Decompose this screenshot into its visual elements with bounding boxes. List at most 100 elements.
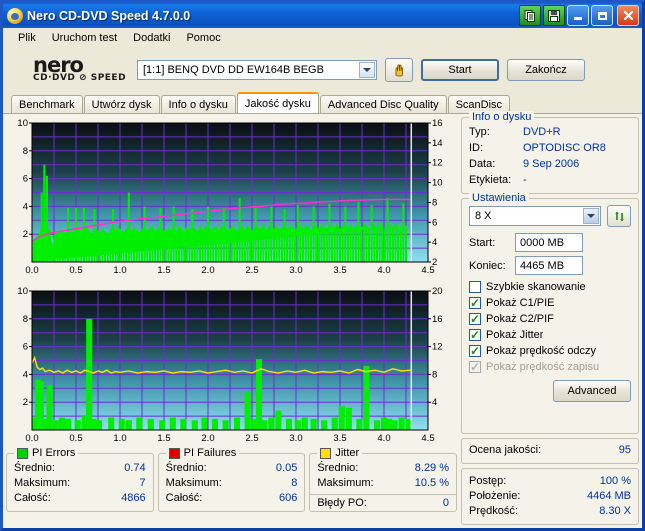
pi-failures-max-value: 8 (291, 477, 298, 489)
nero-logo: nero CD·DVD ⊘ SPEED (11, 54, 129, 84)
close-button[interactable] (617, 5, 639, 26)
menu-item-plik[interactable]: Plik (11, 31, 43, 45)
svg-text:2.0: 2.0 (201, 433, 214, 444)
menu-item-pomoc[interactable]: Pomoc (179, 31, 227, 45)
svg-text:2.0: 2.0 (201, 265, 214, 276)
copy-icon[interactable] (519, 5, 541, 26)
checkbox-quick-scan-box[interactable] (469, 281, 481, 293)
tab-info-o-dysku[interactable]: Info o dysku (160, 95, 236, 113)
svg-text:6: 6 (23, 174, 28, 185)
svg-text:4.0: 4.0 (377, 433, 390, 444)
disc-label-label: Etykieta: (469, 174, 512, 186)
start-button[interactable]: Start (421, 59, 499, 81)
chevron-down-icon[interactable] (359, 62, 375, 78)
start-mb-label: Start: (469, 236, 496, 249)
tab-utworz-dysk[interactable]: Utwórz dysk (83, 95, 160, 113)
pi-failures-average-value: 0.05 (275, 462, 298, 474)
tab-advanced-disc-quality[interactable]: Advanced Disc Quality (319, 95, 447, 113)
svg-text:0.5: 0.5 (69, 433, 82, 444)
pi-errors-max-value: 7 (139, 477, 146, 489)
checkbox-show-write-speed: ✓ Pokaż prędkość zapisu (469, 359, 631, 375)
toolbar: nero CD·DVD ⊘ SPEED [1:1] BENQ DVD DD EW… (3, 48, 642, 92)
pi-failures-total-value: 606 (278, 492, 298, 504)
checkbox-show-c1-pie[interactable]: ✓ Pokaż C1/PIE (469, 295, 631, 311)
disc-info-group: Info o dysku Typ: DVD+R ID: OPTODISC OR8… (461, 111, 639, 194)
pi-failures-total-label: Całość: (165, 492, 203, 504)
pi-errors-max-label: Maksimum: (14, 477, 71, 489)
save-icon[interactable] (543, 5, 565, 26)
po-errors-label: Błędy PO: (317, 497, 367, 509)
svg-text:6: 6 (23, 342, 28, 353)
svg-text:8: 8 (23, 146, 28, 157)
jitter-stats-caption: Jitter (317, 447, 363, 459)
start-mb-field[interactable]: 0000 MB (515, 233, 583, 252)
quit-button[interactable]: Zakończ (507, 59, 585, 81)
pi-errors-max-row: Maksimum: 7 (14, 476, 146, 491)
speed-select[interactable]: 8 X (469, 206, 601, 226)
quality-score-group: Ocena jakości: 95 (461, 438, 639, 464)
svg-text:3.0: 3.0 (289, 433, 302, 444)
quality-score-label: Ocena jakości: (469, 444, 542, 456)
end-mb-label: Koniec: (469, 259, 506, 272)
svg-text:3.5: 3.5 (333, 265, 346, 276)
pi-errors-total-value: 4866 (121, 492, 146, 504)
nero-cd-dvd-speed-window: Nero CD-DVD Speed 4.7.0.0 Plik Uruchom t… (0, 0, 645, 531)
po-errors-value: 0 (442, 497, 450, 509)
disc-date-row: Data: 9 Sep 2006 (469, 156, 631, 172)
disc-id-row: ID: OPTODISC OR8 (469, 140, 631, 156)
svg-text:4.0: 4.0 (377, 265, 390, 276)
pi-errors-stats-title: PI Errors (32, 447, 76, 459)
refresh-icon[interactable] (607, 205, 631, 227)
checkbox-show-jitter-label: Pokaż Jitter (486, 329, 544, 341)
svg-text:0.5: 0.5 (69, 265, 82, 276)
menu-item-dodatki[interactable]: Dodatki (126, 31, 177, 45)
pi-failures-swatch (168, 447, 180, 459)
checkbox-show-jitter-box[interactable]: ✓ (469, 329, 481, 341)
svg-text:0.0: 0.0 (25, 433, 38, 444)
svg-text:8: 8 (432, 369, 437, 380)
svg-text:1.0: 1.0 (113, 433, 126, 444)
svg-text:8: 8 (23, 314, 28, 325)
checkbox-show-read-speed[interactable]: ✓ Pokaż prędkość odczy (469, 343, 631, 359)
menu-item-uruchom-test[interactable]: Uruchom test (45, 31, 124, 45)
advanced-button[interactable]: Advanced (553, 380, 631, 402)
jitter-max-row: Maksimum: 10.5 % (317, 476, 449, 491)
pi-failures-chart: 0.0 0.5 1.0 1.5 2.0 2.5 3.0 3.5 4.0 4.5 2 4 6 8 10 4 8 12… (6, 285, 457, 450)
tab-benchmark[interactable]: Benchmark (11, 95, 83, 113)
status-group: Postęp: 100 % Położenie: 4464 MB Prędkoś… (461, 468, 639, 525)
svg-text:2.5: 2.5 (245, 433, 258, 444)
checkbox-show-c1-pie-box[interactable]: ✓ (469, 297, 481, 309)
progress-value: 100 % (599, 475, 631, 487)
svg-text:12: 12 (432, 158, 443, 169)
maximize-button[interactable] (591, 5, 613, 26)
speed-select-value: 8 X (475, 210, 492, 222)
jitter-stats: Jitter Średnio: 8.29 % Maksimum: 10.5 % … (309, 447, 458, 512)
checkbox-show-c2-pif-box[interactable]: ✓ (469, 313, 481, 325)
checkbox-quick-scan[interactable]: Szybkie skanowanie (469, 279, 631, 295)
svg-text:20: 20 (432, 286, 443, 297)
end-mb-field[interactable]: 4465 MB (515, 256, 583, 275)
svg-text:4.5: 4.5 (421, 433, 434, 444)
eject-hand-icon[interactable] (385, 58, 413, 82)
checkbox-show-read-speed-box[interactable]: ✓ (469, 345, 481, 357)
chevron-down-icon[interactable] (583, 208, 599, 224)
tab-jakosc-dysku[interactable]: Jakość dysku (236, 92, 319, 113)
checkbox-show-write-speed-box: ✓ (469, 361, 481, 373)
checkbox-show-read-speed-label: Pokaż prędkość odczy (486, 345, 597, 357)
svg-text:16: 16 (432, 118, 443, 129)
disc-id-value: OPTODISC OR8 (523, 142, 606, 154)
jitter-average-row: Średnio: 8.29 % (317, 461, 449, 476)
svg-text:3.5: 3.5 (333, 433, 346, 444)
minimize-button[interactable] (567, 5, 589, 26)
disc-date-label: Data: (469, 158, 496, 170)
checkbox-show-jitter[interactable]: ✓ Pokaż Jitter (469, 327, 631, 343)
quality-score-value: 95 (618, 444, 631, 456)
charts-column: 0.0 0.5 1.0 1.5 2.0 2.5 3.0 3.5 4.0 4.5 2 4 6 8 10 2 4 6 8… (6, 117, 458, 525)
position-row: Położenie: 4464 MB (469, 489, 631, 504)
pi-errors-average-label: Średnio: (14, 462, 55, 474)
svg-text:10: 10 (17, 118, 28, 129)
checkbox-show-c2-pif[interactable]: ✓ Pokaż C2/PIF (469, 311, 631, 327)
logo-line-2: CD·DVD ⊘ SPEED (33, 72, 127, 83)
disc-icon (7, 7, 23, 24)
drive-select[interactable]: [1:1] BENQ DVD DD EW164B BEGB (137, 60, 377, 80)
